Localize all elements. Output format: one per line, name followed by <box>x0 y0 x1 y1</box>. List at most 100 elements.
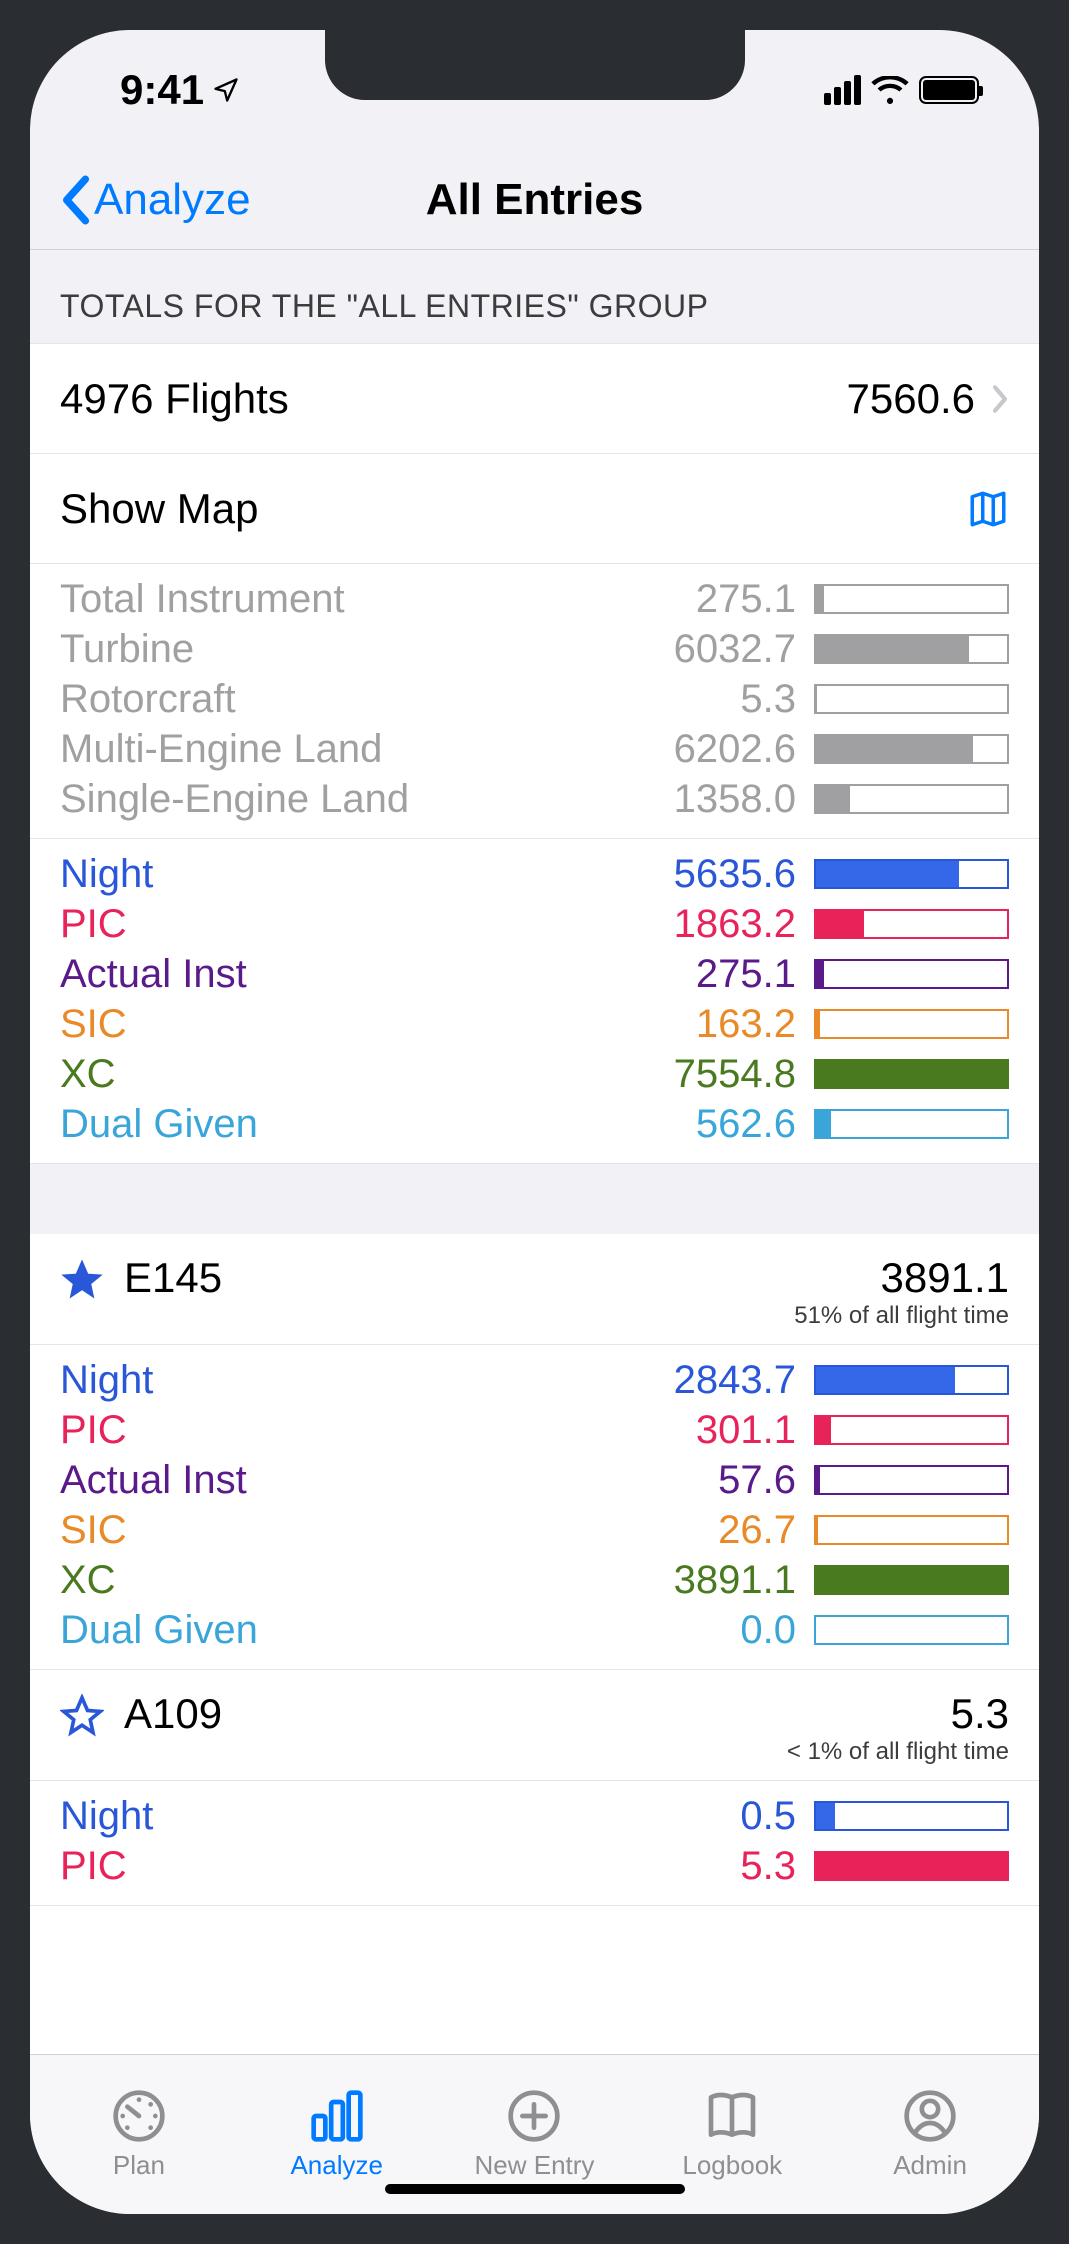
stat-value: 301.1 <box>460 1408 814 1453</box>
nav-bar: Analyze All Entries <box>30 150 1039 250</box>
location-icon <box>212 76 240 104</box>
stat-label: Dual Given <box>60 1102 460 1147</box>
gauge-icon <box>111 2088 167 2144</box>
chevron-right-icon <box>991 384 1009 414</box>
stat-bar <box>814 684 1009 714</box>
stat-value: 562.6 <box>460 1102 814 1147</box>
stat-bar <box>814 1059 1009 1089</box>
stat-bar <box>814 1009 1009 1039</box>
stat-bar <box>814 1365 1009 1395</box>
stat-bar <box>814 584 1009 614</box>
aircraft-sub: < 1% of all flight time <box>787 1738 1009 1766</box>
stat-row: SIC 26.7 <box>60 1505 1009 1555</box>
stat-row: Night 2843.7 <box>60 1355 1009 1405</box>
stat-bar <box>814 1801 1009 1831</box>
home-indicator[interactable] <box>385 2184 685 2194</box>
stat-row: Single-Engine Land 1358.0 <box>60 774 1009 824</box>
stat-label: Single-Engine Land <box>60 777 460 822</box>
stat-row: Actual Inst 275.1 <box>60 949 1009 999</box>
stat-value: 275.1 <box>460 577 814 622</box>
tab-plan[interactable]: Plan <box>49 2088 229 2181</box>
bars-icon <box>309 2088 365 2144</box>
stat-value: 1358.0 <box>460 777 814 822</box>
plus-circle-icon <box>506 2088 562 2144</box>
stat-label: PIC <box>60 1844 460 1889</box>
stat-value: 2843.7 <box>460 1358 814 1403</box>
tab-new-entry[interactable]: New Entry <box>444 2088 624 2181</box>
flights-row[interactable]: 4976 Flights 7560.6 <box>30 344 1039 454</box>
stat-label: Night <box>60 852 460 897</box>
summary-stats-gray: Total Instrument 275.1 Turbine 6032.7 Ro… <box>30 564 1039 839</box>
stat-row: Total Instrument 275.1 <box>60 574 1009 624</box>
stat-label: PIC <box>60 902 460 947</box>
stat-value: 26.7 <box>460 1508 814 1553</box>
stat-bar <box>814 784 1009 814</box>
stat-bar <box>814 1415 1009 1445</box>
stat-row: Night 5635.6 <box>60 849 1009 899</box>
stat-value: 1863.2 <box>460 902 814 947</box>
aircraft-name: E145 <box>124 1254 222 1302</box>
stat-label: Actual Inst <box>60 952 460 997</box>
stat-row: XC 3891.1 <box>60 1555 1009 1605</box>
book-icon <box>704 2088 760 2144</box>
stat-bar <box>814 1851 1009 1881</box>
stat-label: Rotorcraft <box>60 677 460 722</box>
stat-label: Dual Given <box>60 1608 460 1653</box>
stat-value: 275.1 <box>460 952 814 997</box>
stat-value: 7554.8 <box>460 1052 814 1097</box>
stat-label: Actual Inst <box>60 1458 460 1503</box>
stat-label: Total Instrument <box>60 577 460 622</box>
aircraft-name: A109 <box>124 1690 222 1738</box>
star-outline-icon[interactable] <box>60 1694 104 1738</box>
stat-value: 163.2 <box>460 1002 814 1047</box>
stat-row: Dual Given 0.0 <box>60 1605 1009 1655</box>
stat-row: XC 7554.8 <box>60 1049 1009 1099</box>
content-scroll[interactable]: TOTALS FOR THE "ALL ENTRIES" GROUP 4976 … <box>30 250 1039 2054</box>
stat-value: 0.5 <box>460 1794 814 1839</box>
tab-label: New Entry <box>475 2150 595 2181</box>
stat-label: PIC <box>60 1408 460 1453</box>
wifi-icon <box>871 76 909 104</box>
stat-label: XC <box>60 1052 460 1097</box>
stat-bar <box>814 734 1009 764</box>
star-filled-icon[interactable] <box>60 1258 104 1302</box>
stat-row: PIC 1863.2 <box>60 899 1009 949</box>
tab-label: Plan <box>113 2150 165 2181</box>
battery-icon <box>919 76 979 104</box>
summary-stats-color: Night 5635.6 PIC 1863.2 Actual Inst 275.… <box>30 839 1039 1164</box>
section-header: TOTALS FOR THE "ALL ENTRIES" GROUP <box>30 250 1039 344</box>
stat-value: 6202.6 <box>460 727 814 772</box>
aircraft-header[interactable]: E145 3891.1 51% of all flight time <box>30 1234 1039 1345</box>
map-icon <box>967 488 1009 530</box>
stat-bar <box>814 1615 1009 1645</box>
stat-label: Night <box>60 1794 460 1839</box>
aircraft-header[interactable]: A109 5.3 < 1% of all flight time <box>30 1670 1039 1781</box>
stat-bar <box>814 1109 1009 1139</box>
stat-label: Multi-Engine Land <box>60 727 460 772</box>
aircraft-sub: 51% of all flight time <box>794 1302 1009 1330</box>
stat-value: 5.3 <box>460 1844 814 1889</box>
total-value: 7560.6 <box>847 375 975 423</box>
tab-admin[interactable]: Admin <box>840 2088 1020 2181</box>
stat-row: Turbine 6032.7 <box>60 624 1009 674</box>
stat-label: SIC <box>60 1002 460 1047</box>
stat-value: 5635.6 <box>460 852 814 897</box>
aircraft-value: 3891.1 <box>794 1254 1009 1302</box>
cellular-icon <box>824 75 861 105</box>
aircraft-stats: Night 2843.7 PIC 301.1 Actual Inst 57.6 … <box>30 1345 1039 1670</box>
stat-bar <box>814 1465 1009 1495</box>
flights-label: 4976 Flights <box>60 375 289 423</box>
stat-row: Night 0.5 <box>60 1791 1009 1841</box>
show-map-label: Show Map <box>60 485 258 533</box>
stat-bar <box>814 909 1009 939</box>
tab-analyze[interactable]: Analyze <box>247 2088 427 2181</box>
tab-label: Logbook <box>682 2150 782 2181</box>
stat-row: SIC 163.2 <box>60 999 1009 1049</box>
stat-value: 0.0 <box>460 1608 814 1653</box>
stat-bar <box>814 959 1009 989</box>
stat-row: Dual Given 562.6 <box>60 1099 1009 1149</box>
show-map-row[interactable]: Show Map <box>30 454 1039 564</box>
aircraft-stats: Night 0.5 PIC 5.3 <box>30 1781 1039 1906</box>
back-button[interactable]: Analyze <box>60 175 251 225</box>
tab-logbook[interactable]: Logbook <box>642 2088 822 2181</box>
